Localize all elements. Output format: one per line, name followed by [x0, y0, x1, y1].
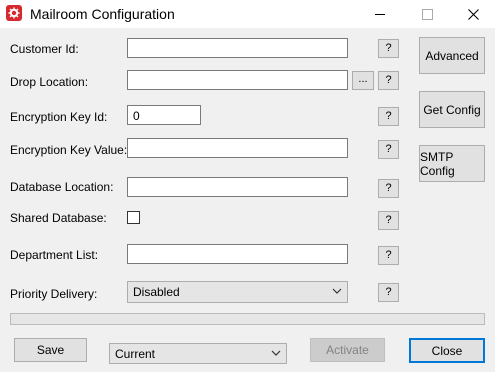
chevron-down-icon [332, 288, 342, 294]
encryption-key-value-input[interactable] [127, 138, 348, 158]
shared-database-checkbox[interactable] [127, 211, 140, 224]
priority-delivery-help-button[interactable]: ? [378, 283, 399, 302]
customer-id-input[interactable] [127, 38, 348, 58]
gear-icon [6, 5, 22, 21]
encryption-key-id-input[interactable]: 0 [127, 105, 201, 125]
shared-database-label: Shared Database: [10, 211, 107, 225]
close-icon [467, 8, 479, 20]
priority-delivery-select[interactable]: Disabled [127, 281, 348, 303]
window-title: Mailroom Configuration [30, 6, 175, 22]
maximize-icon [421, 8, 433, 20]
advanced-button[interactable]: Advanced [419, 37, 485, 74]
chevron-down-icon [271, 350, 281, 356]
close-button[interactable]: Close [409, 338, 485, 363]
customer-id-help-button[interactable]: ? [378, 39, 399, 58]
close-window-button[interactable] [451, 0, 495, 28]
minimize-icon [375, 13, 385, 15]
shared-database-help-button[interactable]: ? [378, 211, 399, 230]
encryption-key-value-help-button[interactable]: ? [378, 140, 399, 159]
encryption-key-value-label: Encryption Key Value: [10, 143, 128, 157]
progress-bar [10, 313, 485, 325]
encryption-key-id-label: Encryption Key Id: [10, 110, 108, 124]
priority-delivery-value: Disabled [133, 285, 180, 299]
save-button[interactable]: Save [14, 338, 87, 362]
title-bar: Mailroom Configuration [0, 0, 495, 28]
browse-button[interactable]: ... [352, 71, 374, 90]
department-list-help-button[interactable]: ? [378, 246, 399, 265]
database-location-label: Database Location: [10, 180, 114, 194]
activate-button[interactable]: Activate [310, 338, 385, 362]
minimize-button[interactable] [358, 0, 402, 28]
customer-id-label: Customer Id: [10, 42, 79, 56]
drop-location-input[interactable] [127, 70, 348, 90]
priority-delivery-label: Priority Delivery: [10, 287, 98, 301]
drop-location-label: Drop Location: [10, 75, 89, 89]
database-location-input[interactable] [127, 177, 348, 197]
environment-value: Current [115, 347, 156, 361]
drop-location-help-button[interactable]: ? [378, 71, 399, 90]
smtp-config-button[interactable]: SMTP Config [419, 145, 485, 182]
maximize-button[interactable] [405, 0, 449, 28]
department-list-input[interactable] [127, 244, 348, 264]
database-location-help-button[interactable]: ? [378, 179, 399, 198]
encryption-key-id-help-button[interactable]: ? [378, 107, 399, 126]
department-list-label: Department List: [10, 248, 99, 262]
get-config-button[interactable]: Get Config [419, 91, 485, 128]
environment-select[interactable]: Current [109, 343, 287, 364]
